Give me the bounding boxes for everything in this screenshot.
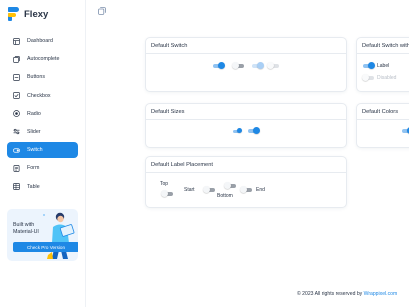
sidebar-item-label: Slider bbox=[27, 128, 41, 135]
switch-disabled-on bbox=[251, 62, 264, 70]
sidebar-item-buttons[interactable]: Buttons bbox=[7, 69, 78, 85]
label-start: Start bbox=[184, 187, 195, 193]
sidebar-item-table[interactable]: Table bbox=[7, 179, 78, 195]
sidebar-item-radio[interactable]: Radio bbox=[7, 106, 78, 122]
sidebar-item-label: Radio bbox=[27, 110, 41, 117]
autocomplete-icon bbox=[13, 55, 20, 63]
radio-icon bbox=[13, 110, 20, 118]
card-default-sizes: Default Sizes bbox=[145, 103, 347, 148]
label-end: End bbox=[256, 187, 265, 193]
switch-on[interactable] bbox=[212, 62, 225, 70]
card-title: Default Switch with Label bbox=[357, 38, 409, 54]
sidebar-item-label: Autocomplete bbox=[27, 56, 60, 63]
sidebar-item-label: Switch bbox=[27, 147, 43, 154]
sidebar-item-label: Buttons bbox=[27, 74, 45, 81]
flexy-logo-icon bbox=[8, 7, 19, 21]
sidebar-item-autocomplete[interactable]: Autocomplete bbox=[7, 51, 78, 67]
sidebar-item-form[interactable]: Form bbox=[7, 160, 78, 176]
table-icon bbox=[13, 183, 20, 190]
switch-medium[interactable] bbox=[247, 127, 260, 135]
footer-link[interactable]: Wrappixel.com bbox=[364, 291, 398, 297]
sidebar-item-label: Dashboard bbox=[27, 38, 53, 44]
switch-label-bottom[interactable] bbox=[224, 182, 237, 190]
switch-color-primary[interactable] bbox=[401, 127, 409, 135]
switch-label-start[interactable] bbox=[203, 186, 216, 194]
card-title: Default Label Placement bbox=[146, 157, 346, 173]
switch-small[interactable] bbox=[232, 128, 242, 134]
brand-name: Flexy bbox=[24, 8, 49, 20]
sidebar-nav: Dashboard Autocomplete Buttons Checkbox … bbox=[7, 33, 78, 197]
card-label-placement: Default Label Placement bbox=[145, 156, 347, 208]
card-title: Default Switch bbox=[146, 38, 346, 54]
promo-text: Built with Material-UI bbox=[13, 222, 39, 235]
sidebar: Flexy Dashboard Autocomplete Buttons Che… bbox=[0, 0, 86, 307]
form-icon bbox=[13, 164, 20, 172]
sidebar-item-label: Table bbox=[27, 183, 40, 190]
card-title: Default Sizes bbox=[146, 104, 346, 120]
sidebar-item-dashboard[interactable]: Dashboard bbox=[7, 33, 78, 49]
sidebar-item-label: Form bbox=[27, 165, 40, 172]
copy-icon[interactable] bbox=[98, 7, 106, 15]
slider-icon bbox=[13, 128, 20, 135]
label-bottom: Bottom bbox=[217, 193, 233, 199]
check-pro-version-button[interactable]: Check Pro Version bbox=[13, 242, 78, 252]
brand[interactable]: Flexy bbox=[8, 7, 48, 21]
card-title: Default Colors bbox=[357, 104, 409, 120]
buttons-icon bbox=[13, 74, 20, 81]
label-switch-on[interactable] bbox=[362, 62, 375, 70]
switch-label-end[interactable] bbox=[240, 186, 253, 194]
sidebar-item-slider[interactable]: Slider bbox=[7, 124, 78, 140]
sidebar-item-checkbox[interactable]: Checkbox bbox=[7, 88, 78, 104]
sidebar-item-switch[interactable]: Switch bbox=[7, 142, 78, 159]
label-top: Top bbox=[160, 181, 169, 187]
switch-disabled-label: Disabled bbox=[377, 75, 397, 81]
card-default-switch: Default Switch bbox=[145, 37, 347, 92]
switch-disabled-off bbox=[267, 62, 280, 70]
footer: © 2023 All rights reserved by Wrappixel.… bbox=[297, 291, 397, 297]
switch-off[interactable] bbox=[232, 62, 245, 70]
checkbox-icon bbox=[13, 92, 20, 99]
switch-label-top[interactable] bbox=[161, 190, 174, 198]
dashboard-icon bbox=[13, 37, 20, 45]
switch-label: Label bbox=[377, 63, 390, 69]
label-switch-disabled bbox=[362, 74, 375, 82]
upgrade-promo: Built with Material-UI Check Pro Version bbox=[7, 209, 78, 261]
footer-text: © 2023 All rights reserved by bbox=[297, 291, 364, 297]
switch-icon bbox=[13, 147, 20, 154]
sidebar-item-label: Checkbox bbox=[27, 92, 51, 99]
card-default-colors: Default Colors bbox=[356, 103, 409, 148]
